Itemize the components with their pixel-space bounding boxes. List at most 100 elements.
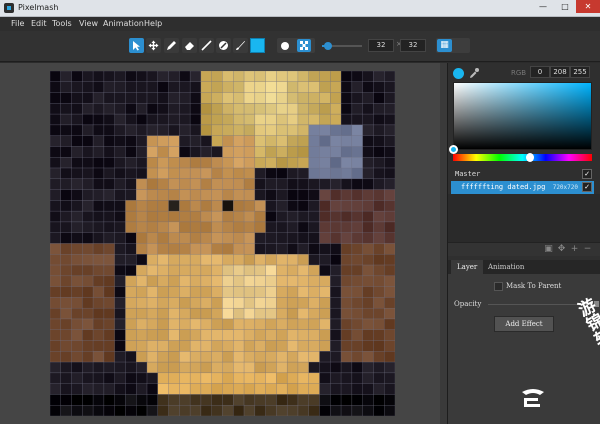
slider-knob[interactable] (324, 42, 332, 50)
picker-knob[interactable] (449, 145, 458, 154)
canvas-height-input[interactable]: 32 (400, 39, 426, 52)
pixel (286, 361, 299, 374)
pixel (233, 307, 245, 320)
pixel (211, 243, 223, 255)
tab-animation[interactable]: Animation (482, 260, 530, 274)
pixel (82, 135, 94, 147)
brush-size-slider[interactable] (322, 42, 362, 50)
pixel (222, 394, 234, 406)
move-layer-icon[interactable]: ✥ (556, 244, 567, 255)
pixel (71, 232, 83, 244)
pixel (200, 264, 212, 277)
select-icon[interactable] (129, 38, 144, 53)
pixel (50, 307, 61, 320)
pixel (136, 113, 148, 126)
pixel (384, 81, 395, 93)
round-brush-icon[interactable] (281, 42, 289, 50)
add-effect-button[interactable]: Add Effect (494, 316, 554, 332)
pixel (200, 221, 212, 233)
mask-to-parent-label: Mask To Parent (506, 282, 562, 290)
master-visible-checkbox[interactable]: ✓ (582, 169, 592, 179)
pixel (297, 167, 309, 180)
mask-to-parent-checkbox[interactable] (494, 282, 503, 291)
pixel (233, 340, 245, 352)
line-icon[interactable] (199, 38, 214, 53)
menu-animation[interactable]: Animation (103, 19, 144, 28)
pixel (136, 189, 148, 201)
pixel (308, 372, 320, 384)
layer-item[interactable]: ffffffting dated.jpg 720x720 ✓ (451, 181, 594, 194)
green-input[interactable]: 208 (550, 66, 570, 78)
move-icon[interactable] (146, 38, 161, 53)
menu-view[interactable]: View (79, 19, 98, 28)
pixel (362, 113, 374, 126)
hue-knob[interactable] (526, 153, 534, 162)
current-color-icon[interactable] (453, 68, 464, 79)
blue-input[interactable]: 255 (570, 66, 590, 78)
menu-tools[interactable]: Tools (52, 19, 72, 28)
minimize-button[interactable]: — (532, 0, 554, 13)
pixel (233, 405, 245, 416)
eraser-icon[interactable] (182, 38, 197, 53)
hue-slider[interactable] (453, 153, 592, 162)
saturation-value-picker[interactable] (449, 82, 592, 154)
pixel (222, 329, 234, 341)
red-input[interactable]: 0 (530, 66, 550, 78)
menu-file[interactable]: File (11, 19, 24, 28)
eyedropper-icon[interactable] (469, 67, 479, 79)
menu-help[interactable]: Help (144, 19, 162, 28)
master-layer[interactable]: Master ✓ (451, 168, 594, 181)
fill-icon[interactable] (216, 38, 231, 53)
pixel (319, 178, 331, 190)
pixel (362, 383, 374, 395)
pixel (189, 275, 202, 287)
pixel (146, 361, 159, 374)
pixel (351, 103, 363, 115)
pixel (243, 351, 256, 363)
pixel (222, 167, 234, 180)
canvas-scrollbar[interactable] (440, 63, 447, 424)
pixel (136, 286, 148, 298)
tab-layer[interactable]: Layer (451, 260, 484, 274)
pixel (82, 232, 94, 244)
close-button[interactable]: ✕ (576, 0, 600, 13)
scatter-brush-icon[interactable] (297, 39, 311, 52)
pixel (71, 210, 83, 223)
pixel (146, 383, 159, 395)
pixel (60, 243, 72, 255)
add-layer-icon[interactable]: + (569, 244, 580, 255)
duplicate-layer-icon[interactable]: ▣ (543, 244, 554, 255)
pixel (103, 146, 115, 158)
pixel (82, 372, 94, 384)
pencil-icon[interactable] (164, 38, 179, 53)
pixel-canvas[interactable] (50, 71, 395, 416)
color-swatch[interactable] (250, 38, 265, 53)
pixel (373, 113, 385, 126)
pixel (362, 232, 374, 244)
pixel (254, 243, 266, 255)
pixel (330, 71, 342, 82)
pixel (114, 307, 126, 320)
maximize-button[interactable]: □ (554, 0, 576, 13)
pixel (211, 307, 223, 320)
remove-layer-icon[interactable]: − (582, 244, 593, 255)
pixel (60, 178, 72, 190)
canvas-width-input[interactable]: 32 (368, 39, 394, 52)
pixel (297, 254, 309, 266)
grid-icon[interactable]: ▦ (437, 39, 452, 52)
pixel (276, 92, 288, 104)
pixel (211, 92, 223, 104)
pixel (286, 254, 299, 266)
pixel (157, 210, 169, 223)
pixel (319, 318, 331, 330)
pixel (114, 318, 126, 330)
pixel (222, 275, 234, 287)
menu-edit[interactable]: Edit (31, 19, 47, 28)
pixel (233, 243, 245, 255)
layer-visible-checkbox[interactable]: ✓ (582, 182, 592, 192)
brush-icon[interactable] (233, 38, 248, 53)
pixel (125, 372, 137, 384)
pixel (92, 221, 105, 233)
pixel (136, 146, 148, 158)
pixel (92, 189, 105, 201)
